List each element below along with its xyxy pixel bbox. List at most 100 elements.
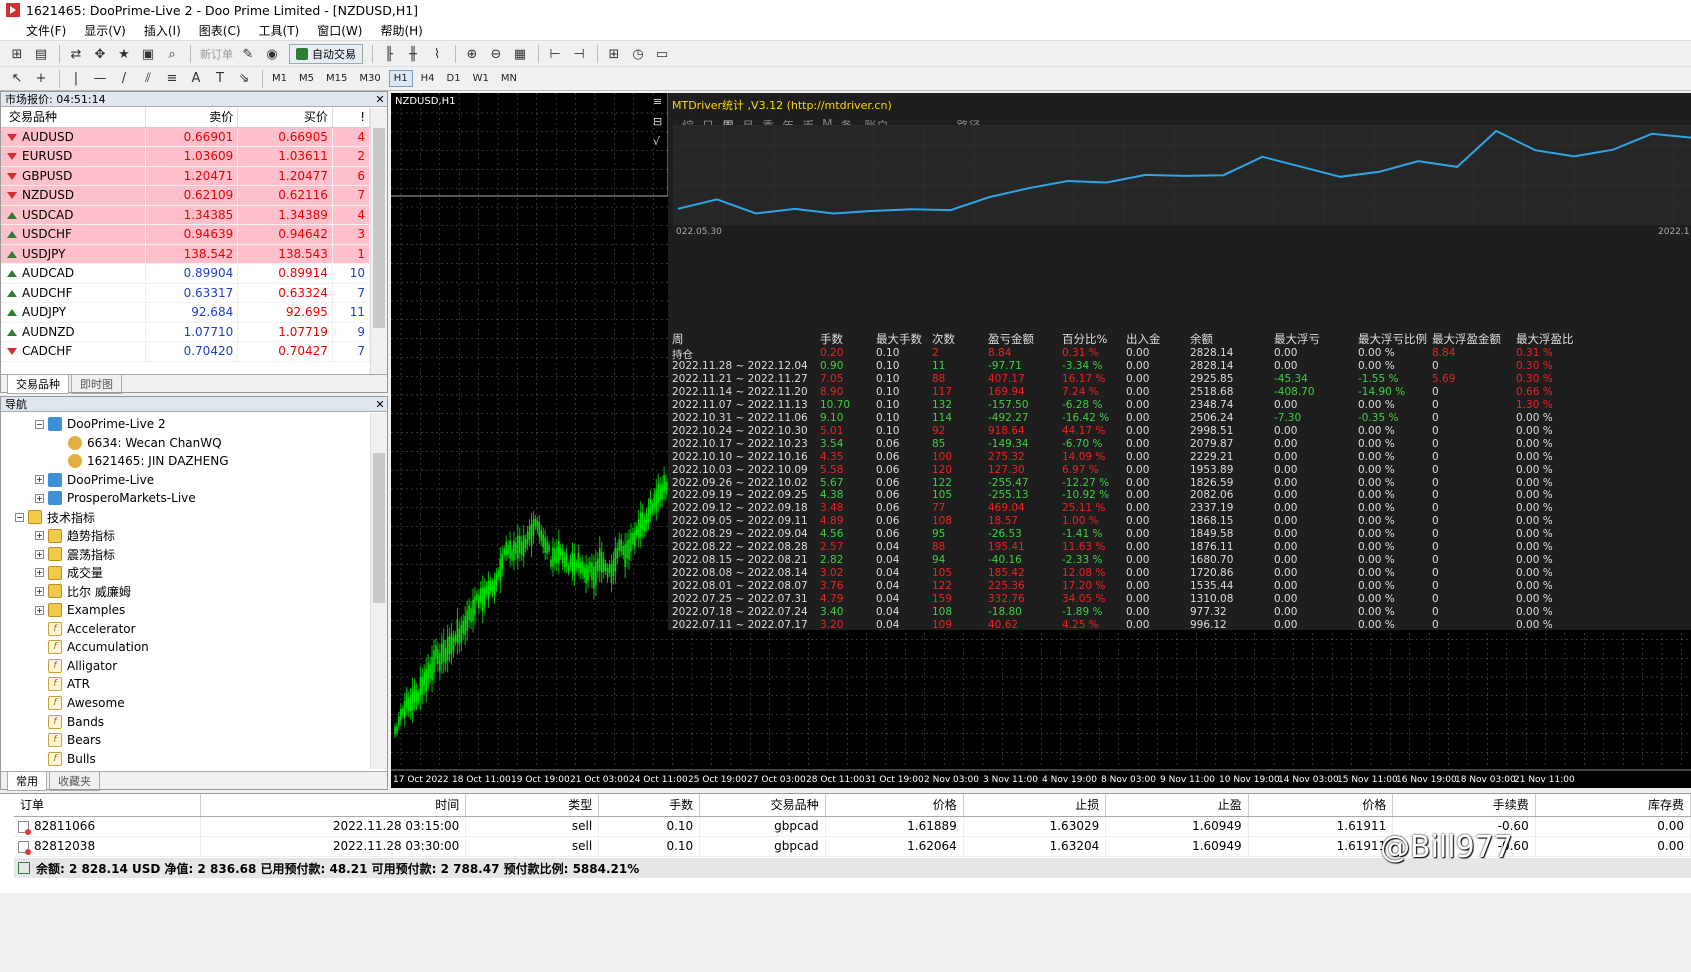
market-watch-row[interactable]: USDJPY 138.542 138.543 1: [1, 244, 371, 264]
stats-row[interactable]: 2022.11.14 ~ 2022.11.20 8.90 0.10 117 169.94…: [668, 386, 1691, 399]
timeframe-m1-button[interactable]: M1: [268, 71, 291, 86]
navigator-scrollbar[interactable]: [370, 413, 387, 769]
timeframe-m15-button[interactable]: M15: [322, 71, 351, 86]
column-header[interactable]: 止损: [963, 794, 1107, 817]
menu-item[interactable]: 窗口(W): [317, 22, 362, 39]
menu-item[interactable]: 插入(I): [144, 22, 181, 39]
timeframe-m30-button[interactable]: M30: [355, 71, 384, 86]
crosshair-icon[interactable]: +: [30, 69, 52, 89]
market-watch-row[interactable]: CADCHF 0.70420 0.70427 7: [1, 341, 371, 362]
expand-toggle-icon[interactable]: +: [35, 475, 44, 485]
navigator-item[interactable]: f Bears: [35, 731, 101, 749]
market-watch-row[interactable]: AUDNZD 1.07710 1.07719 9: [1, 322, 371, 342]
expand-toggle-icon[interactable]: −: [15, 512, 24, 522]
tile-windows-icon[interactable]: ▦: [509, 44, 531, 64]
profiles-icon[interactable]: ▤: [30, 44, 52, 64]
timeframe-m5-button[interactable]: M5: [295, 71, 318, 86]
column-header[interactable]: 库存费: [1535, 794, 1691, 817]
indicators-icon[interactable]: ⊞: [603, 44, 625, 64]
navigator-item[interactable]: + 趋势指标: [35, 527, 115, 545]
scroll-thumb[interactable]: [373, 453, 385, 603]
market-watch-row[interactable]: AUDCHF 0.63317 0.63324 7: [1, 283, 371, 303]
stats-row[interactable]: 2022.07.18 ~ 2022.07.24 3.40 0.04 108 -18.80…: [668, 606, 1691, 619]
navigator-item[interactable]: + 成交量: [35, 564, 103, 582]
horizontal-line-icon[interactable]: —: [89, 69, 111, 89]
tab-common[interactable]: 常用: [7, 772, 47, 791]
navigator-item[interactable]: f Awesome: [35, 694, 125, 712]
market-watch-icon[interactable]: ⇄: [65, 44, 87, 64]
stats-row[interactable]: 2022.11.07 ~ 2022.11.13 10.70 0.10 132 -157.…: [668, 399, 1691, 412]
navigator-item[interactable]: + DooPrime-Live: [35, 471, 154, 489]
navigator-item[interactable]: f Alligator: [35, 657, 117, 675]
navigator-item[interactable]: f ATR: [35, 675, 90, 693]
trendline-icon[interactable]: /: [113, 69, 135, 89]
market-watch-row[interactable]: AUDJPY 92.684 92.695 11: [1, 302, 371, 323]
market-watch-scrollbar[interactable]: [370, 108, 387, 374]
timeframe-h4-button[interactable]: H4: [417, 71, 439, 86]
tab-symbols[interactable]: 交易品种: [7, 375, 69, 394]
close-icon[interactable]: ✕: [373, 93, 387, 106]
navigator-item[interactable]: f Accelerator: [35, 620, 136, 638]
tab-favorites[interactable]: 收藏夹: [49, 772, 100, 791]
terminal-icon[interactable]: ▣: [137, 44, 159, 64]
market-watch-row[interactable]: USDCAD 1.34385 1.34389 4: [1, 205, 371, 225]
market-watch-row[interactable]: AUDUSD 0.66901 0.66905 4: [1, 127, 371, 147]
bar-chart-icon[interactable]: ╟: [378, 44, 400, 64]
label-icon[interactable]: T: [209, 69, 231, 89]
new-chart-icon[interactable]: ⊞: [6, 44, 28, 64]
chart-shift-icon[interactable]: ⊢: [544, 44, 566, 64]
expand-toggle-icon[interactable]: +: [35, 586, 44, 596]
expand-toggle-icon[interactable]: +: [35, 568, 44, 578]
text-icon[interactable]: A: [185, 69, 207, 89]
navigator-item[interactable]: + ProsperoMarkets-Live: [35, 489, 196, 507]
market-watch-row[interactable]: USDCHF 0.94639 0.94642 3: [1, 224, 371, 245]
zoom-in-icon[interactable]: ⊕: [461, 44, 483, 64]
column-header[interactable]: 买价: [237, 107, 333, 128]
line-chart-icon[interactable]: ⌇: [426, 44, 448, 64]
stats-row[interactable]: 2022.08.29 ~ 2022.09.04 4.56 0.06 95 -26.53 -…: [668, 528, 1691, 541]
cursor-icon[interactable]: ↖: [6, 69, 28, 89]
stats-row[interactable]: 2022.11.28 ~ 2022.12.04 0.90 0.10 11 -97.71 -…: [668, 360, 1691, 373]
expand-toggle-icon[interactable]: +: [35, 531, 44, 541]
navigator-item[interactable]: − DooPrime-Live 2: [35, 415, 166, 433]
navigator-item[interactable]: f Bulls: [35, 750, 96, 768]
scroll-thumb[interactable]: [373, 128, 385, 328]
autoscroll-icon[interactable]: ⊣: [568, 44, 590, 64]
column-header[interactable]: !: [332, 107, 371, 128]
stats-row[interactable]: 2022.08.01 ~ 2022.08.07 3.76 0.04 122 225.36…: [668, 580, 1691, 593]
stats-row[interactable]: 2022.09.26 ~ 2022.10.02 5.67 0.06 122 -255.4…: [668, 477, 1691, 490]
expand-toggle-icon[interactable]: +: [35, 549, 44, 559]
metaeditor-icon[interactable]: ✎: [237, 44, 259, 64]
column-header[interactable]: 止盈: [1105, 794, 1249, 817]
stats-row[interactable]: 持仓 0.20 0.10 2 8.84 0.31 % 0.00 2828.14 0.00 0.00…: [668, 347, 1691, 361]
stats-row[interactable]: 2022.10.24 ~ 2022.10.30 5.01 0.10 92 918.64 4…: [668, 425, 1691, 438]
navigator-item[interactable]: + 震荡指标: [35, 545, 115, 563]
navigator-item[interactable]: 6634: Wecan ChanWQ: [55, 434, 222, 452]
new-order-button[interactable]: 新订单: [200, 46, 233, 62]
strategy-tester-icon[interactable]: ⌕: [161, 44, 183, 64]
menu-item[interactable]: 图表(C): [199, 22, 241, 39]
data-window-icon[interactable]: ✥: [89, 44, 111, 64]
close-icon[interactable]: ✕: [373, 398, 387, 411]
column-header[interactable]: 手数: [598, 794, 701, 817]
market-watch-row[interactable]: AUDCAD 0.89904 0.89914 10: [1, 263, 371, 284]
stats-row[interactable]: 2022.09.12 ~ 2022.09.18 3.48 0.06 77 469.04 2…: [668, 502, 1691, 515]
column-header[interactable]: 类型: [465, 794, 600, 817]
menu-item[interactable]: 显示(V): [84, 22, 126, 39]
stats-row[interactable]: 2022.10.31 ~ 2022.11.06 9.10 0.10 114 -492.2…: [668, 412, 1691, 425]
stats-row[interactable]: 2022.10.17 ~ 2022.10.23 3.54 0.06 85 -149.34…: [668, 438, 1691, 451]
candlestick-icon[interactable]: ╫: [402, 44, 424, 64]
navigator-item[interactable]: f Accumulation: [35, 638, 149, 656]
auto-trading-button[interactable]: 自动交易: [289, 44, 363, 64]
market-watch-row[interactable]: NZDUSD 0.62109 0.62116 7: [1, 185, 371, 206]
menu-item[interactable]: 帮助(H): [380, 22, 422, 39]
stats-row[interactable]: 2022.07.11 ~ 2022.07.17 3.20 0.04 109 40.62 4…: [668, 619, 1691, 630]
navigator-item[interactable]: + 比尔 威廉姆: [35, 582, 131, 600]
timeframe-d1-button[interactable]: D1: [443, 71, 465, 86]
column-header[interactable]: 交易品种: [1, 107, 146, 128]
column-header[interactable]: 价格: [825, 794, 964, 817]
periods-icon[interactable]: ◷: [627, 44, 649, 64]
channel-icon[interactable]: ⫽: [137, 69, 159, 89]
arrows-icon[interactable]: ⇘: [233, 69, 255, 89]
column-header[interactable]: 时间: [200, 794, 467, 817]
